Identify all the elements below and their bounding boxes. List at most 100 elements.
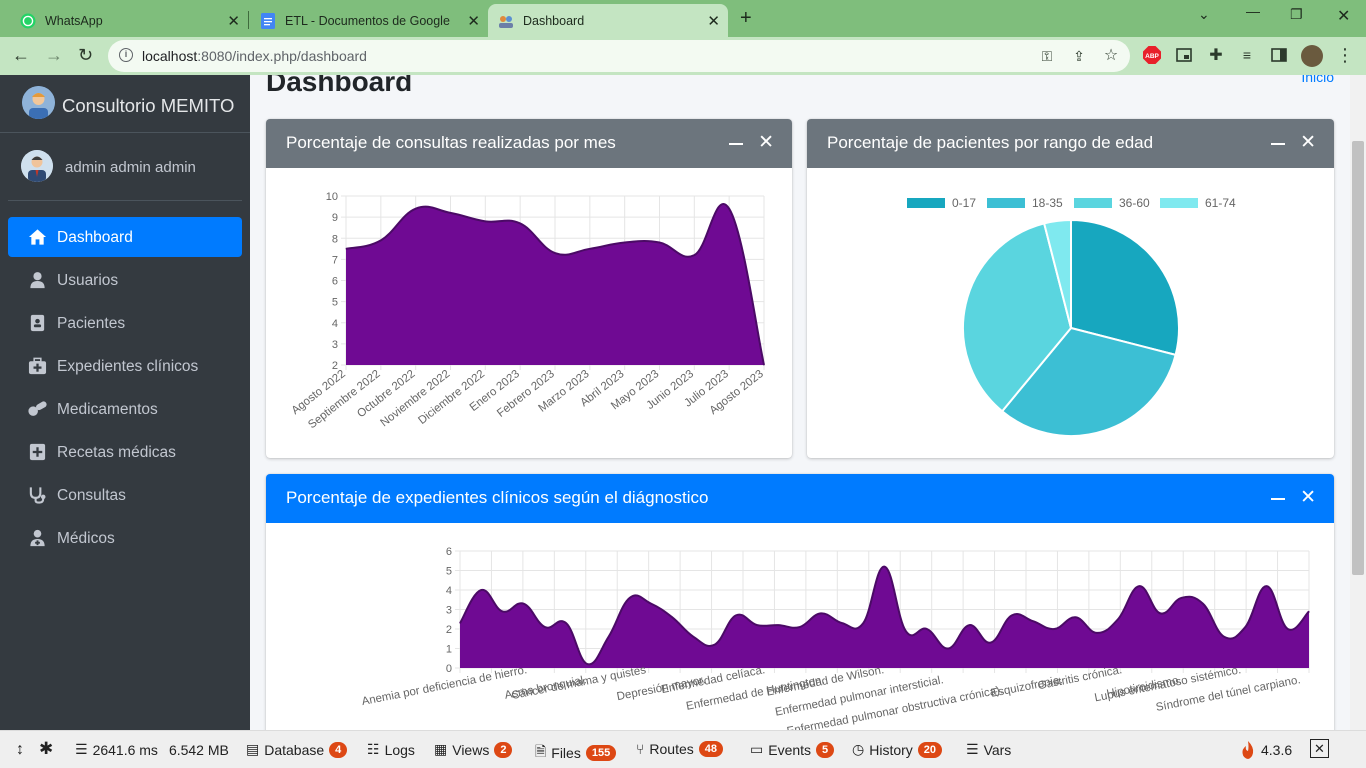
sidebar-item-expedientes[interactable]: Expedientes clínicos — [8, 346, 242, 386]
devbar-history[interactable]: ◷ History 20 — [852, 741, 943, 758]
tab-etl[interactable]: ETL - Documentos de Google ✕ — [248, 4, 488, 37]
legend-label: 18-35 — [1032, 196, 1063, 210]
profile-avatar[interactable] — [1301, 45, 1323, 67]
collapse-icon[interactable] — [1271, 498, 1285, 500]
y-tick-label: 8 — [332, 233, 338, 245]
user-avatar — [21, 150, 53, 182]
data-point — [1266, 585, 1268, 587]
devbar-close-icon[interactable]: ✕ — [1310, 739, 1329, 758]
media-control-icon[interactable]: ≡ — [1238, 46, 1256, 64]
close-tab-icon[interactable]: ✕ — [467, 12, 480, 30]
data-point — [799, 626, 801, 628]
devbar-version[interactable]: 4.3.6 — [1240, 741, 1292, 759]
side-panel-icon[interactable] — [1270, 46, 1288, 64]
scrollbar-thumb[interactable] — [1352, 141, 1364, 575]
close-icon[interactable]: ✕ — [1300, 487, 1316, 509]
data-point — [650, 603, 652, 605]
picture-in-picture-icon[interactable] — [1175, 46, 1193, 64]
whatsapp-icon — [20, 13, 36, 29]
url-text[interactable]: localhost:8080/index.php/dashboard — [142, 48, 367, 64]
devbar-label: Database — [264, 741, 325, 758]
sidebar-item-usuarios[interactable]: Usuarios — [8, 260, 242, 300]
data-point — [629, 597, 631, 599]
extensions-icon[interactable]: ✚ — [1207, 46, 1225, 64]
devbar-label: Vars — [983, 741, 1012, 758]
close-icon[interactable]: ✕ — [1300, 132, 1316, 154]
key-icon[interactable]: ⚿ — [1038, 47, 1056, 65]
debug-toolbar: ↕ ✱ ☰ 2641.6 ms 6.542 MB ▤ Database 4 ☷ Lo… — [0, 730, 1366, 768]
devbar-files[interactable]: 🗎 Files 155 — [535, 741, 617, 765]
legend-label: 36-60 — [1119, 196, 1150, 210]
data-point — [1075, 616, 1077, 618]
svg-text:ABP: ABP — [1145, 53, 1159, 60]
browser-menu-icon[interactable]: ⋮ — [1336, 45, 1354, 65]
tab-title: ETL - Documentos de Google — [285, 13, 450, 28]
devbar-label: Files — [551, 745, 581, 761]
card-title: Porcentaje de consultas realizadas por m… — [286, 133, 616, 152]
sidebar-item-consultas[interactable]: Consultas — [8, 475, 242, 515]
legend-swatch — [907, 198, 945, 208]
data-point — [926, 628, 928, 630]
tab-whatsapp[interactable]: WhatsApp ✕ — [8, 4, 248, 37]
version-value: 4.3.6 — [1261, 742, 1293, 758]
share-icon[interactable]: ⇪ — [1070, 47, 1088, 65]
site-info-icon[interactable]: i — [119, 48, 133, 62]
devbar-events[interactable]: ▭ Events 5 — [750, 741, 835, 758]
data-point — [608, 636, 610, 638]
pills-icon — [28, 401, 47, 416]
forward-icon[interactable]: → — [45, 45, 63, 66]
breadcrumb-home-link[interactable]: Inicio — [1301, 75, 1334, 85]
home-icon — [28, 229, 47, 245]
brand-link[interactable]: Consultorio MEMITO — [0, 75, 250, 133]
sidebar-item-medicos[interactable]: Médicos — [8, 518, 242, 558]
toolbar-toggle-icon[interactable]: ↕ — [16, 741, 24, 759]
tab-dashboard[interactable]: Dashboard ✕ — [488, 4, 728, 37]
devbar-label: Views — [452, 741, 490, 758]
devbar-label: Events — [768, 741, 812, 758]
page-scrollbar[interactable] — [1350, 75, 1366, 730]
timing-readout[interactable]: ☰ 2641.6 ms 6.542 MB — [75, 741, 229, 758]
settings-gear-icon[interactable]: ✱ — [39, 739, 53, 759]
collapse-icon[interactable] — [729, 143, 743, 145]
tab-search-icon[interactable]: ⌄ — [1198, 6, 1210, 23]
devbar-logs[interactable]: ☷ Logs — [367, 741, 415, 758]
close-icon[interactable]: ✕ — [758, 132, 774, 154]
data-point — [415, 208, 417, 210]
restore-icon[interactable]: ❐ — [1290, 6, 1303, 23]
data-point — [714, 644, 716, 646]
devbar-label: Logs — [384, 741, 415, 758]
new-tab-icon[interactable]: + — [740, 7, 752, 30]
devbar-vars[interactable]: ☰ Vars — [966, 741, 1011, 758]
devbar-routes[interactable]: ⑂ Routes 48 — [636, 741, 724, 757]
sidebar-item-dashboard[interactable]: Dashboard — [8, 217, 242, 257]
devbar-label: Routes — [649, 741, 694, 757]
collapse-icon[interactable] — [1271, 143, 1285, 145]
y-tick-label: 7 — [332, 254, 338, 266]
sidebar-item-recetas[interactable]: Recetas médicas — [8, 432, 242, 472]
bookmark-star-icon[interactable]: ☆ — [1102, 46, 1120, 64]
adblock-icon[interactable]: ABP — [1143, 46, 1161, 64]
memory-value: 6.542 MB — [168, 741, 229, 758]
back-icon[interactable]: ← — [12, 45, 30, 66]
data-point — [692, 636, 694, 638]
sidebar-item-label: Dashboard — [57, 229, 133, 246]
data-point — [905, 630, 907, 632]
data-point — [1011, 614, 1013, 616]
user-panel[interactable]: admin admin admin — [8, 133, 242, 201]
devbar-views[interactable]: ▦ Views 2 — [434, 741, 513, 758]
close-tab-icon[interactable]: ✕ — [707, 12, 720, 30]
data-point — [693, 254, 695, 256]
data-point — [450, 212, 451, 214]
card-consultas: Porcentaje de consultas realizadas por m… — [266, 119, 792, 458]
data-point — [1181, 597, 1183, 599]
address-bar[interactable]: i localhost:8080/index.php/dashboard ⚿ ⇪… — [108, 40, 1130, 72]
close-tab-icon[interactable]: ✕ — [227, 12, 240, 30]
reload-icon[interactable]: ↻ — [78, 45, 93, 66]
data-point — [1308, 610, 1310, 612]
minimize-icon[interactable]: — — [1246, 3, 1260, 19]
sidebar-item-medicamentos[interactable]: Medicamentos — [8, 389, 242, 429]
user-icon — [30, 272, 45, 289]
window-close-icon[interactable]: ✕ — [1337, 6, 1350, 26]
sidebar-item-pacientes[interactable]: Pacientes — [8, 303, 242, 343]
devbar-database[interactable]: ▤ Database 4 — [246, 741, 348, 758]
